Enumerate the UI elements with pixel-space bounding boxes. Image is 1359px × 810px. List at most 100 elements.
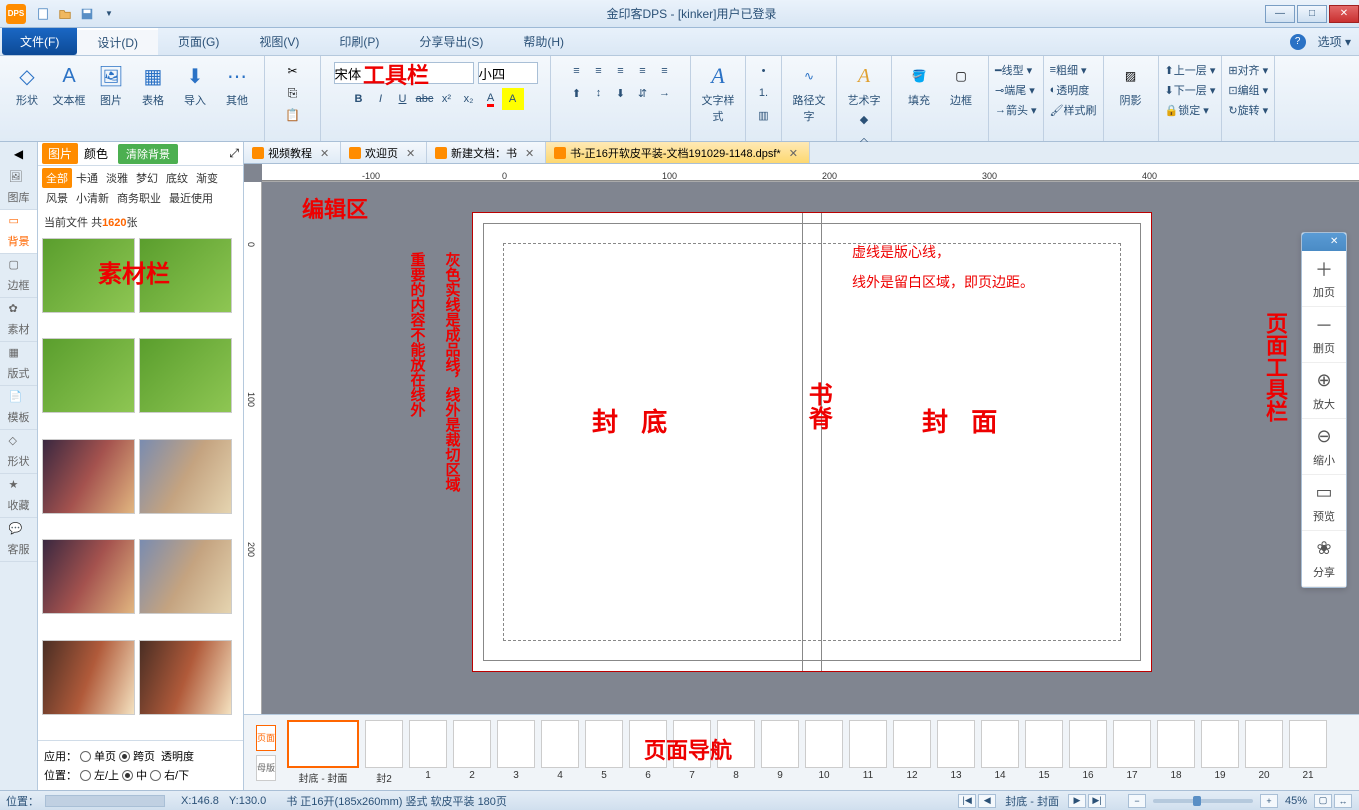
page-thumb-4[interactable]: 4 <box>541 720 579 785</box>
left-tab-客服[interactable]: 💬客服 <box>0 518 37 562</box>
float-close-icon[interactable]: ✕ <box>1330 236 1342 248</box>
group-button[interactable]: ⊡ 编组 ▾ <box>1228 82 1268 98</box>
left-tab-收藏[interactable]: ★收藏 <box>0 474 37 518</box>
valign-bot-button[interactable]: ⬇ <box>610 82 632 104</box>
insert-形状[interactable]: ◇形状 <box>8 60 46 108</box>
category-全部[interactable]: 全部 <box>42 168 72 188</box>
page-thumb-1[interactable]: 1 <box>409 720 447 785</box>
numbering-button[interactable]: 1. <box>753 82 775 104</box>
insert-图片[interactable]: 🖼图片 <box>92 60 130 108</box>
page-thumb-18[interactable]: 18 <box>1157 720 1195 785</box>
fill-button[interactable]: 🪣填充 <box>900 60 938 108</box>
thumbnail[interactable] <box>139 640 232 715</box>
collapse-left-button[interactable]: ◀ <box>0 142 37 166</box>
qat-open[interactable] <box>56 5 74 23</box>
menu-1[interactable]: 页面(G) <box>158 28 239 55</box>
thumbnail[interactable] <box>42 238 135 313</box>
align-right-button[interactable]: ≡ <box>610 60 632 82</box>
page-thumb-11[interactable]: 11 <box>849 720 887 785</box>
text-style-button[interactable]: A文字样式 <box>699 60 737 124</box>
page-thumb-10[interactable]: 10 <box>805 720 843 785</box>
align-center-button[interactable]: ≡ <box>588 60 610 82</box>
cut-icon[interactable]: ✂ <box>283 61 303 81</box>
border-button[interactable]: ▢边框 <box>942 60 980 108</box>
menu-3[interactable]: 印刷(P) <box>319 28 399 55</box>
gallery-tab-image[interactable]: 图片 <box>42 143 78 164</box>
clear-bg-button[interactable]: 清除背景 <box>118 144 178 164</box>
gallery-tab-color[interactable]: 颜色 <box>78 143 114 164</box>
tool-删页[interactable]: －删页 <box>1302 307 1346 363</box>
page-thumb-8[interactable]: 8 <box>717 720 755 785</box>
doc-tab-0[interactable]: 视频教程✕ <box>244 142 341 163</box>
page-thumb-17[interactable]: 17 <box>1113 720 1151 785</box>
layer-down-button[interactable]: ⬇ 下一层 ▾ <box>1165 82 1216 98</box>
valign-mid-button[interactable]: ↕ <box>588 82 610 104</box>
category-最近使用[interactable]: 最近使用 <box>165 188 217 208</box>
page-thumb-3[interactable]: 3 <box>497 720 535 785</box>
maximize-button[interactable]: □ <box>1297 5 1327 23</box>
line-type-button[interactable]: ━ 线型 ▾ <box>995 62 1037 78</box>
tab-close-icon[interactable]: ✕ <box>320 147 332 159</box>
art-text-button[interactable]: A艺术字 <box>845 60 883 108</box>
gallery-expand-icon[interactable]: ⤢ <box>229 146 239 161</box>
italic-button[interactable]: I <box>370 88 392 110</box>
radio-spread[interactable] <box>119 751 130 762</box>
zoom-out-button[interactable]: − <box>1128 794 1146 808</box>
font-size-select[interactable] <box>478 62 538 84</box>
thumbnail[interactable] <box>139 539 232 614</box>
align-left-button[interactable]: ≡ <box>566 60 588 82</box>
align-dist-button[interactable]: ≡ <box>654 60 676 82</box>
format-brush-button[interactable]: 🖌 样式刷 <box>1050 102 1097 118</box>
page-thumb-9[interactable]: 9 <box>761 720 799 785</box>
category-渐变[interactable]: 渐变 <box>192 168 222 188</box>
fit-page-button[interactable]: ▢ <box>1314 794 1332 808</box>
page-thumb-19[interactable]: 19 <box>1201 720 1239 785</box>
copy-icon[interactable]: ⎘ <box>283 83 303 103</box>
insert-导入[interactable]: ⬇导入 <box>176 60 214 108</box>
nav-prev-button[interactable]: ◀ <box>978 794 996 808</box>
left-tab-边框[interactable]: ▢边框 <box>0 254 37 298</box>
thumbnail[interactable] <box>139 439 232 514</box>
thumbnail[interactable] <box>42 439 135 514</box>
tool-分享[interactable]: ❀分享 <box>1302 531 1346 587</box>
left-tab-模板[interactable]: 📄模板 <box>0 386 37 430</box>
category-底纹[interactable]: 底纹 <box>162 168 192 188</box>
align-button[interactable]: ⊞ 对齐 ▾ <box>1228 62 1268 78</box>
nav-first-button[interactable]: |◀ <box>958 794 976 808</box>
thumbnail[interactable] <box>42 640 135 715</box>
thickness-button[interactable]: ≡ 粗细 ▾ <box>1050 62 1097 78</box>
scroll-mini[interactable] <box>45 795 165 807</box>
nav-last-button[interactable]: ▶| <box>1088 794 1106 808</box>
page-thumb-16[interactable]: 16 <box>1069 720 1107 785</box>
close-button[interactable]: ✕ <box>1329 5 1359 23</box>
tool-缩小[interactable]: ⊖缩小 <box>1302 419 1346 475</box>
doc-tab-3[interactable]: 书-正16开软皮平装-文档191029-1148.dpsf*✕ <box>546 142 810 163</box>
indent-button[interactable]: → <box>654 82 676 104</box>
left-tab-图库[interactable]: 🖼图库 <box>0 166 37 210</box>
page-thumb-7[interactable]: 7 <box>673 720 711 785</box>
thumbnail[interactable] <box>139 238 232 313</box>
menu-4[interactable]: 分享导出(S) <box>399 28 503 55</box>
category-淡雅[interactable]: 淡雅 <box>102 168 132 188</box>
category-卡通[interactable]: 卡通 <box>72 168 102 188</box>
path-text-button[interactable]: ∿路径文字 <box>790 60 828 124</box>
transparency-button[interactable]: ◐ 透明度 <box>1050 82 1097 98</box>
radio-pos-mid[interactable] <box>122 770 133 781</box>
paste-icon[interactable]: 📋 <box>283 105 303 125</box>
layer-up-button[interactable]: ⬆ 上一层 ▾ <box>1165 62 1216 78</box>
radio-pos-right[interactable] <box>150 770 161 781</box>
qat-dropdown[interactable]: ▼ <box>100 5 118 23</box>
insert-其他[interactable]: ⋯其他 <box>218 60 256 108</box>
help-icon[interactable]: ? <box>1290 34 1306 50</box>
category-梦幻[interactable]: 梦幻 <box>132 168 162 188</box>
tool-加页[interactable]: ＋加页 <box>1302 251 1346 307</box>
bullets-button[interactable]: • <box>753 60 775 82</box>
font-name-select[interactable] <box>334 62 474 84</box>
rotate-button[interactable]: ↻ 旋转 ▾ <box>1228 102 1268 118</box>
minimize-button[interactable]: — <box>1265 5 1295 23</box>
radio-single[interactable] <box>80 751 91 762</box>
page-thumb-12[interactable]: 12 <box>893 720 931 785</box>
insert-文本框[interactable]: A文本框 <box>50 60 88 108</box>
art-style1[interactable]: ◆ <box>853 108 875 130</box>
zoom-slider[interactable] <box>1153 799 1253 803</box>
